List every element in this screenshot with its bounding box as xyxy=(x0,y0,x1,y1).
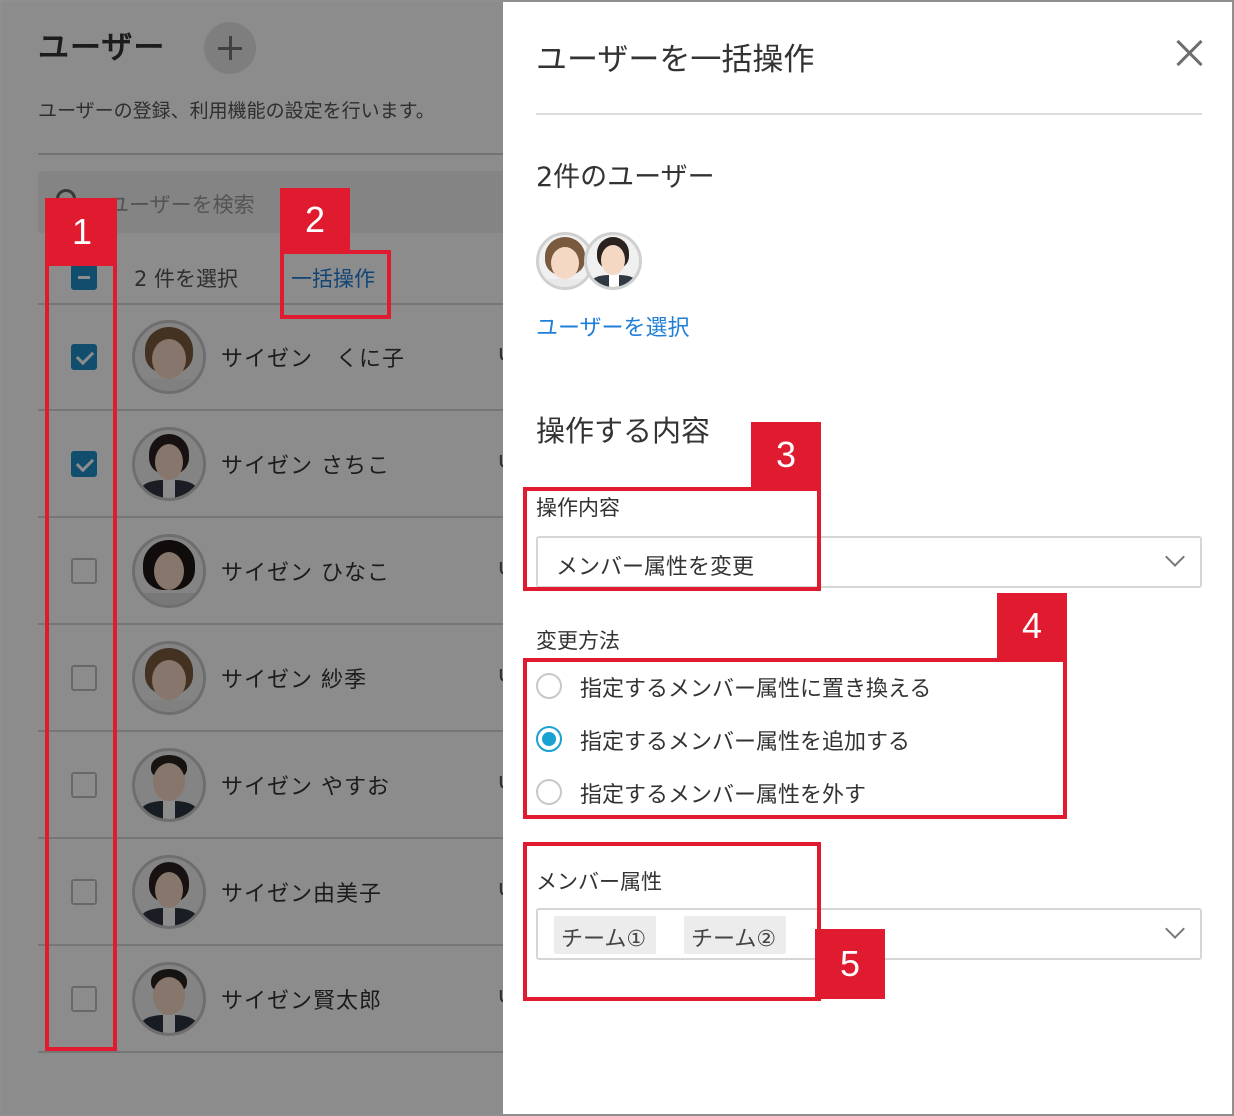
close-icon[interactable] xyxy=(1173,36,1207,70)
selected-users-heading: 2件のユーザー xyxy=(536,162,715,193)
callout-box-5 xyxy=(523,842,821,1001)
chevron-down-icon xyxy=(1165,919,1185,939)
avatar xyxy=(584,232,642,290)
callout-badge-4: 4 xyxy=(997,593,1067,659)
select-users-link[interactable]: ユーザーを選択 xyxy=(536,310,690,342)
callout-badge-3: 3 xyxy=(751,422,821,488)
callout-badge-1: 1 xyxy=(47,198,117,266)
callout-box-3 xyxy=(523,487,821,591)
chevron-down-icon xyxy=(1165,547,1185,567)
callout-box-4 xyxy=(523,658,1067,819)
callout-box-2 xyxy=(280,250,391,319)
divider xyxy=(536,113,1202,115)
callout-badge-5: 5 xyxy=(815,929,885,999)
method-label: 変更方法 xyxy=(536,629,620,653)
panel-title: ユーザーを一括操作 xyxy=(536,42,815,78)
callout-badge-2: 2 xyxy=(280,188,350,252)
callout-box-1 xyxy=(45,198,117,1051)
section-heading: 操作する内容 xyxy=(536,414,711,448)
